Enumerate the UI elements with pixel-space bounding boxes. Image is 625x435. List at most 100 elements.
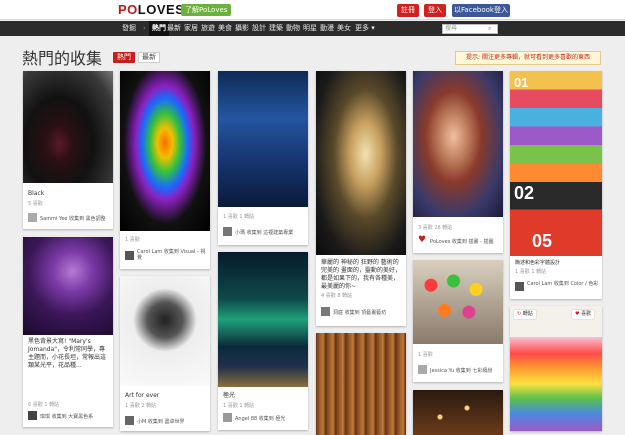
pin-image[interactable] [413,260,503,344]
nav-item-architecture[interactable]: 建築 [269,21,283,36]
pin-card-night-lights[interactable] [413,390,503,435]
nav-item-hot[interactable]: 熱門 [149,21,169,36]
avatar[interactable] [28,213,37,222]
pin-card-forest[interactable] [316,333,406,435]
number-02: 02 [514,183,535,203]
logo-loves: LOVES [137,2,185,17]
pin-stats: 6 喜歡 1 轉貼 [28,402,60,408]
tab-new[interactable]: 最新 [138,52,160,63]
pin-image[interactable] [23,237,113,335]
pin-stats: 3 喜歡 28 轉貼 [418,225,453,231]
pin-image[interactable] [218,252,308,387]
nav-item-animals[interactable]: 動物 [286,21,300,36]
pin-stats: 1 喜歡 [418,352,433,358]
pin-stats: 1 喜歡 1 轉貼 [223,214,255,220]
pin-card-color-typography[interactable]: 01 02 05 簡述和色彩字體設計 1 喜歡 1 轉貼 Carol Lam 收… [510,71,602,299]
pin-user[interactable]: PoLoves 收集到 插畫 - 插圖 [430,238,493,245]
pin-image[interactable] [510,306,602,431]
avatar[interactable] [515,282,524,291]
pin-image[interactable] [23,71,113,183]
avatar[interactable] [125,251,134,260]
nav-item-more[interactable]: 更多 ▾ [355,21,375,36]
pin-image[interactable] [316,71,406,255]
pin-user[interactable]: 琪琪 收集到 大寶黑色系 [40,413,93,420]
nav-item-beauty[interactable]: 美女 [337,21,351,36]
nav-item-stars[interactable]: 明星 [303,21,317,36]
pin-card-illustration-woman[interactable]: 3 喜歡 28 轉貼 ♥ PoLoves 收集到 插畫 - 插圖 [413,71,503,253]
pin-image[interactable] [120,276,210,386]
register-button[interactable]: 註冊 [397,4,419,17]
nav-discover[interactable]: 發掘 [122,21,136,36]
pin-user[interactable]: 小瑪 收集到 這裡建築專業 [235,229,293,236]
nav-item-anime[interactable]: 動漫 [320,21,334,36]
repin-button[interactable]: ↻ 轉貼 [514,310,536,319]
pin-image[interactable] [413,390,503,435]
pin-user[interactable]: Carol Lam 收集到 Visual - 視覺 [137,249,207,261]
avatar[interactable] [28,411,37,420]
pin-image[interactable] [413,71,503,217]
pin-stats: 1 喜歡 1 轉貼 [223,403,255,409]
nav-separator: › [143,24,146,32]
pin-title: 極光 [223,392,236,399]
logo[interactable]: POLOVES [118,2,184,17]
like-button[interactable]: ♥ 喜歡 [572,310,595,319]
avatar[interactable] [223,227,232,236]
nav-item-home[interactable]: 家居 [184,21,198,36]
pin-image[interactable] [510,71,602,256]
pin-stats: 1 喜歡 1 轉貼 [515,269,547,275]
pin-stats: 5 喜歡 [28,201,43,207]
search-icon[interactable]: ⌕ [488,25,491,33]
nav-item-design[interactable]: 設計 [252,21,266,36]
tip-banner: 提示: 關注更多專輯，就可看到更多喜歡的東西 [455,51,601,65]
tab-hot[interactable]: 熱門 [113,52,135,63]
pin-user[interactable]: Angel 88 收集到 極光 [235,415,285,422]
facebook-login-button[interactable]: 以Facebook登入 [452,4,510,17]
pin-card-aurora[interactable]: 極光 1 喜歡 1 轉貼 Angel 88 收集到 極光 [218,252,308,430]
pin-image[interactable] [316,333,406,435]
heart-icon[interactable]: ♥ [418,236,427,245]
pin-card-candy[interactable]: 1 喜歡 Jessica Yu 收集到 七彩繽紛 [413,260,503,382]
pin-card-black[interactable]: Black 5 喜歡 Sammi Yee 收集到 黑色調整 [23,71,113,229]
number-05: 05 [532,231,553,251]
login-button[interactable]: 登入 [424,4,446,17]
avatar[interactable] [125,416,134,425]
pin-card-purple-flower[interactable]: 黑色背景大寫! "Mary's Jomanda"，令利常同學，專主題而，小花長坦… [23,237,113,427]
pin-stats: 4 喜歡 8 轉貼 [321,293,353,299]
like-label: 喜歡 [581,311,592,317]
logo-po: PO [118,2,138,17]
pin-title: Art for ever [125,392,160,399]
heart-icon: ♥ [575,311,580,317]
pin-card-fantasy-art[interactable]: 華麗的 神秘的 狂野的 藝術的 完美的 畫面的，靈動的美好，都是如果下的，我有各… [316,71,406,326]
pin-user[interactable]: 洞庭 收集到 頂藝畫藝坊 [333,309,386,316]
pin-card-rainbow-cake[interactable]: ↻ 轉貼 ♥ 喜歡 [510,306,602,431]
search-placeholder: 搜尋 [445,25,458,32]
nav-item-travel[interactable]: 旅遊 [201,21,215,36]
category-nav: 發掘 › 熱門 最新 家居 旅遊 美食 攝影 設計 建築 動物 明星 動漫 美女… [0,21,625,36]
pin-user[interactable]: Sammi Yee 收集到 黑色調整 [40,215,106,222]
nav-item-latest[interactable]: 最新 [167,21,181,36]
repin-icon: ↻ [517,311,522,317]
pin-title: 簡述和色彩字體設計 [515,260,561,266]
pin-card-cathedral[interactable]: 1 喜歡 1 轉貼 小瑪 收集到 這裡建築專業 [218,71,308,245]
nav-item-photo[interactable]: 攝影 [235,21,249,36]
top-bar: POLOVES 了解PoLoves 註冊 登入 以Facebook登入 [0,0,625,20]
number-01: 01 [514,75,529,90]
pin-stats: 1 喜歡 [125,237,140,243]
pin-stats: 1 喜歡 2 轉貼 [125,403,157,409]
page-title: 熱門的收集 [22,49,103,68]
pin-title: 黑色背景大寫! "Mary's Jomanda"，令利常同學，專主題而，小花長坦… [28,338,107,369]
pin-card-rainbow-smoke[interactable]: 1 喜歡 Carol Lam 收集到 Visual - 視覺 [120,71,210,269]
avatar[interactable] [321,307,330,316]
pin-image[interactable] [218,71,308,207]
pin-user[interactable]: Jessica Yu 收集到 七彩繽紛 [430,367,492,374]
repin-label: 轉貼 [522,311,533,317]
pin-user[interactable]: Carol Lam 收集到 Color / 色彩 [527,281,599,287]
pin-title: 華麗的 神秘的 狂野的 藝術的 完美的 畫面的，靈動的美好，都是如果下的，我有各… [321,259,401,290]
avatar[interactable] [223,413,232,422]
pin-card-art[interactable]: Art for ever 1 喜歡 2 轉貼 小M 收集到 盡卓世界 [120,276,210,431]
nav-item-food[interactable]: 美食 [218,21,232,36]
pin-user[interactable]: 小M 收集到 盡卓世界 [137,418,185,425]
pin-image[interactable] [120,71,210,231]
about-badge[interactable]: 了解PoLoves [181,4,232,16]
avatar[interactable] [418,365,427,374]
